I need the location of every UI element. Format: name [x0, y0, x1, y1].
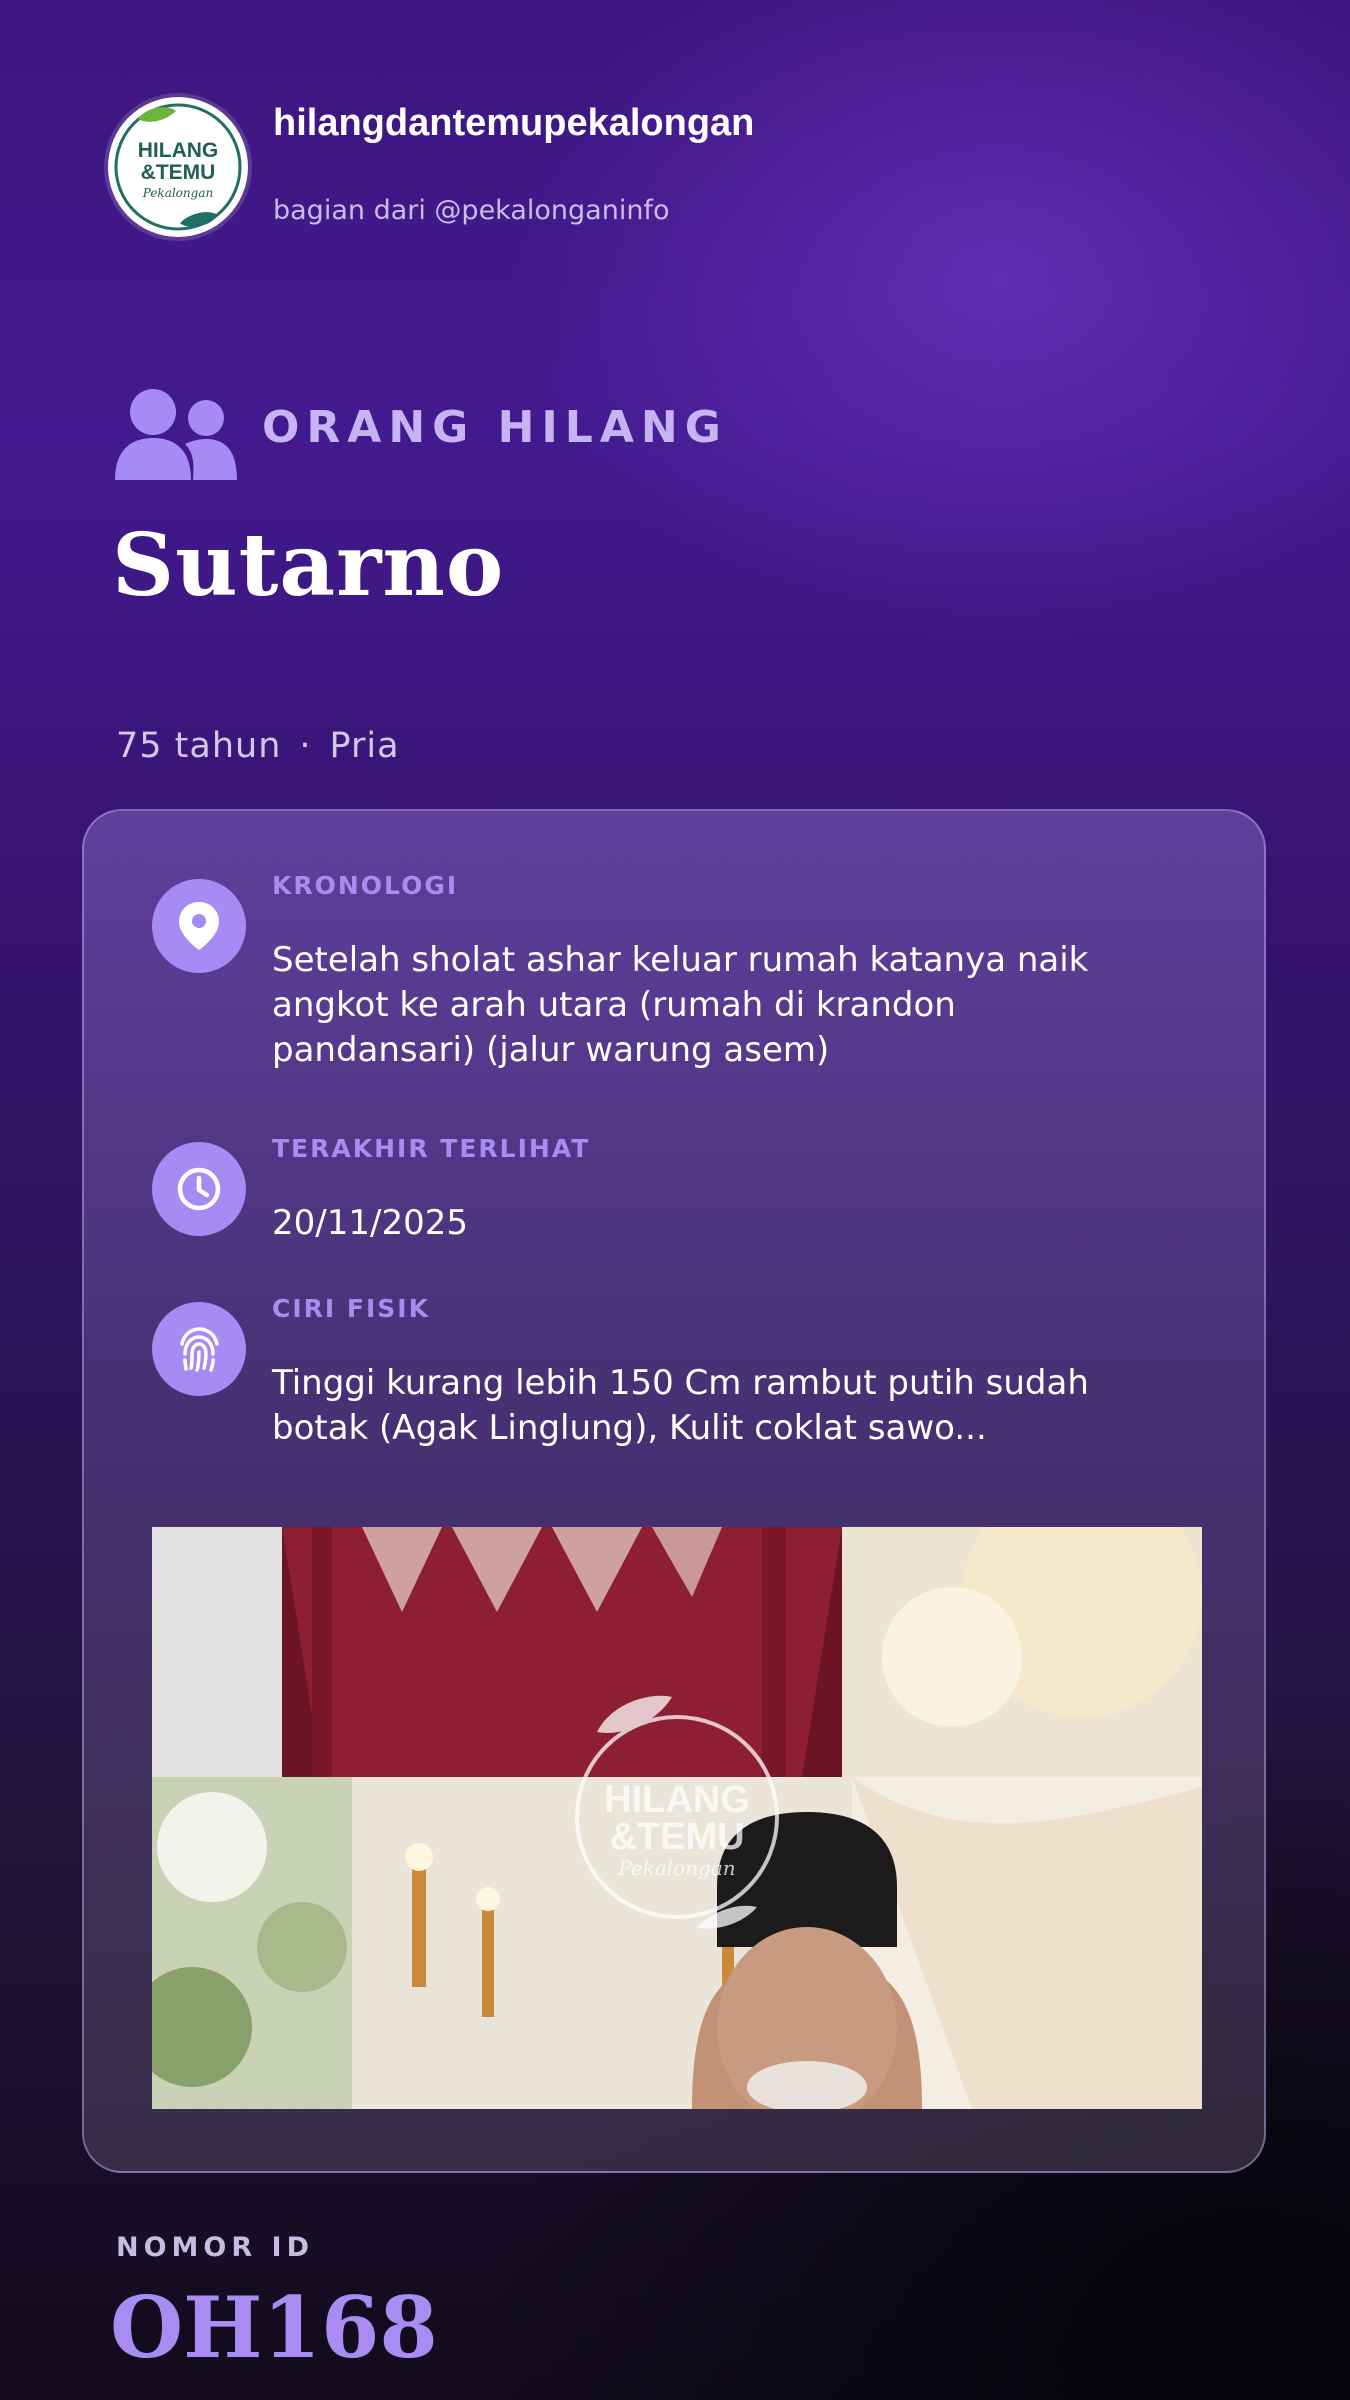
logo-text-line1: HILANG — [138, 139, 219, 162]
account-subhandle: bagian dari @pekalonganinfo — [273, 195, 670, 226]
last-seen-label: TERAKHIR TERLIHAT — [272, 1134, 591, 1163]
logo-emblem: HILANG &TEMU Pekalongan — [114, 103, 242, 231]
id-value: OH168 — [110, 2278, 438, 2377]
meta-separator: · — [299, 726, 312, 766]
physical-label: CIRI FISIK — [272, 1294, 430, 1323]
fingerprint-icon — [152, 1302, 246, 1396]
watermark-line3: Pekalongan — [617, 1856, 735, 1880]
physical-text: Tinggi kurang lebih 150 Cm rambut putih … — [272, 1363, 1089, 1448]
watermark-line2: &TEMU — [609, 1816, 744, 1858]
map-pin-icon — [152, 879, 246, 973]
last-seen-date: 20/11/2025 — [272, 1203, 468, 1243]
logo-text-line3: Pekalongan — [142, 186, 213, 200]
chronology-label: KRONOLOGI — [272, 871, 459, 900]
account-logo: HILANG &TEMU Pekalongan — [108, 97, 248, 237]
clock-icon — [152, 1142, 246, 1236]
leaf-icon — [180, 212, 218, 227]
category-label: ORANG HILANG — [262, 402, 728, 453]
watermark-line1: HILANG — [604, 1779, 750, 1821]
person-photo[interactable]: HILANG &TEMU Pekalongan — [152, 1527, 1202, 2109]
users-icon — [115, 389, 237, 480]
account-handle[interactable]: hilangdantemupekalongan — [273, 102, 754, 145]
details-card: KRONOLOGI Setelah sholat ashar keluar ru… — [82, 809, 1266, 2173]
id-label: NOMOR ID — [116, 2232, 315, 2263]
leaf-icon — [138, 107, 176, 122]
person-name: Sutarno — [112, 515, 505, 616]
chronology-text: Setelah sholat ashar keluar rumah katany… — [272, 940, 1089, 1070]
person-gender: Pria — [329, 726, 400, 766]
logo-text-line2: &TEMU — [141, 161, 216, 184]
person-meta: 75 tahun · Pria — [116, 726, 400, 766]
person-age: 75 tahun — [116, 726, 282, 766]
